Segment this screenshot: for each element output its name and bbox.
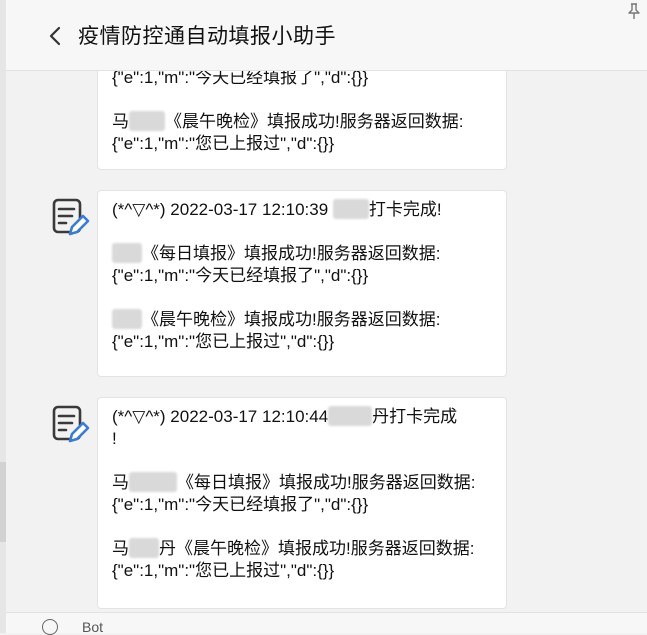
username: 马 bbox=[112, 473, 129, 492]
username: 马 bbox=[112, 539, 129, 558]
redacted-name bbox=[129, 472, 177, 492]
page-title: 疫情防控通自动填报小助手 bbox=[78, 25, 336, 48]
bot-avatar-icon bbox=[48, 196, 92, 240]
redacted-name bbox=[112, 243, 142, 263]
message-label: 《每日填报》填报成功!服务器返回数据: bbox=[177, 473, 476, 492]
redacted-name bbox=[129, 111, 165, 131]
message-text: 《晨午晚检》填报成功!服务器返回数据: bbox=[112, 309, 494, 331]
message-header: (*^▽^*) 2022-03-17 12:10:39 打卡完成! bbox=[112, 199, 494, 221]
status-text: 打卡完成! bbox=[368, 200, 442, 219]
message-label: 《每日填报》填报成功!服务器返回数据: bbox=[142, 244, 441, 263]
message-text: {"e":1,"m":"今天已经填报了","d":{}} bbox=[112, 266, 369, 285]
message-feed[interactable]: {"e":1,"m":"今天已经填报了","d":{}} 马《晨午晚检》填报成功… bbox=[6, 0, 647, 613]
redacted-name bbox=[332, 199, 369, 219]
message-text: {"e":1,"m":"您已上报过","d":{}} bbox=[112, 332, 335, 351]
username: 马 bbox=[112, 112, 129, 131]
message-label: 《晨午晚检》填报成功!服务器返回数据: bbox=[142, 310, 441, 329]
timestamp: (*^▽^*) 2022-03-17 12:10:39 bbox=[112, 200, 329, 219]
message-bubble: (*^▽^*) 2022-03-17 12:10:39 打卡完成! 《每日填报》… bbox=[97, 190, 507, 377]
chevron-left-icon[interactable] bbox=[46, 24, 66, 48]
redacted-name bbox=[328, 406, 373, 426]
bot-avatar-icon bbox=[48, 403, 92, 447]
message-bubble: (*^▽^*) 2022-03-17 12:10:44 丹打卡完成 ! 马 《每日填… bbox=[97, 397, 507, 609]
redacted-name bbox=[112, 309, 142, 329]
username: 丹 bbox=[159, 539, 176, 558]
redacted-name bbox=[129, 538, 159, 558]
message-text: 马 丹《晨午晚检》填报成功!服务器返回数据: bbox=[112, 538, 494, 560]
message-text: {"e":1,"m":"您已上报过","d":{}} bbox=[112, 134, 335, 153]
message-text: 马 《晨午晚检》填报成功!服务器返回数据: bbox=[112, 111, 494, 133]
message-text: {"e":1,"m":"今天已经填报了","d":{}} bbox=[112, 495, 369, 514]
pin-icon[interactable] bbox=[627, 2, 641, 20]
timestamp: (*^▽^*) 2022-03-17 12:10:44 bbox=[112, 407, 329, 426]
message-text: 《每日填报》填报成功!服务器返回数据: bbox=[112, 243, 494, 265]
status-text: 丹打卡完成 bbox=[372, 407, 458, 426]
message-text: 马 《每日填报》填报成功!服务器返回数据: bbox=[112, 472, 494, 494]
chat-header: 疫情防控通自动填报小助手 bbox=[6, 0, 647, 71]
message-header: (*^▽^*) 2022-03-17 12:10:44 丹打卡完成 bbox=[112, 406, 494, 428]
message-text: {"e":1,"m":"您已上报过","d":{}} bbox=[112, 561, 335, 580]
message-text: ! bbox=[112, 429, 117, 448]
chat-footer: Bot bbox=[6, 612, 647, 635]
message-label: 《晨午晚检》填报成功!服务器返回数据: bbox=[165, 112, 464, 131]
message-label: 《晨午晚检》填报成功!服务器返回数据: bbox=[176, 539, 475, 558]
